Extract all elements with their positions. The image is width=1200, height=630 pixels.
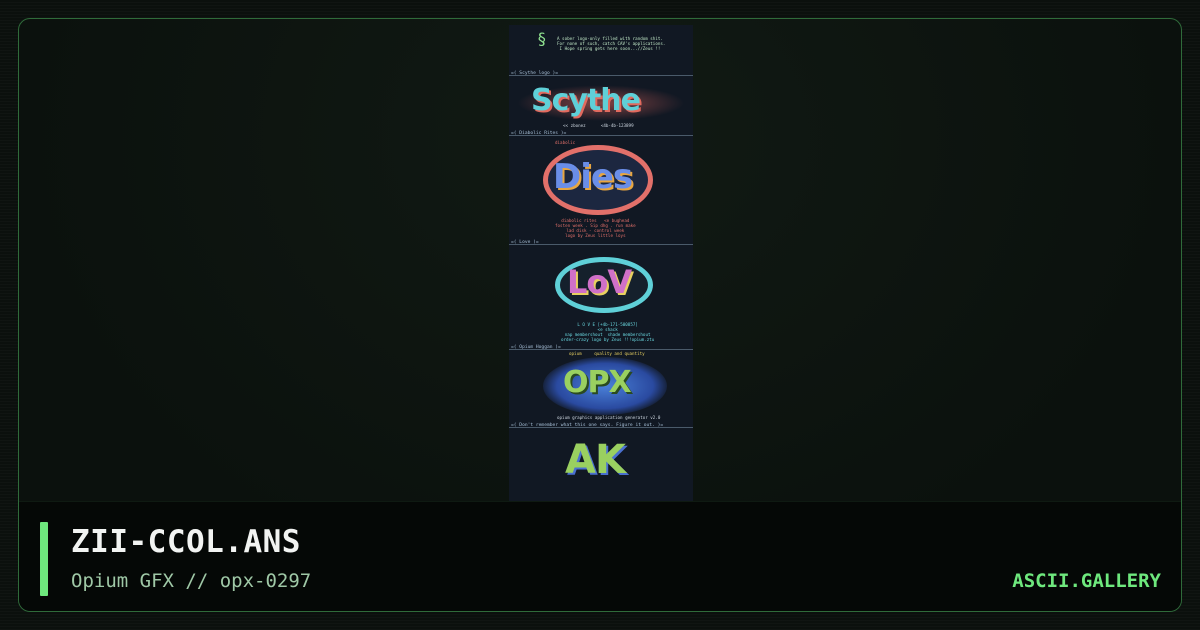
card-frame: § A sober logo-only filled with random s… (18, 18, 1182, 612)
artwork-credit: Opium GFX // opx-0297 (71, 570, 312, 592)
section-tag: diabolic (555, 140, 576, 145)
section-caption: opium graphics application generator v2.… (557, 415, 661, 420)
ak-logo: AK (565, 437, 626, 483)
ansi-art-preview[interactable]: § A sober logo-only filled with random s… (509, 25, 693, 503)
artwork-filename: ZII-CCOL.ANS (71, 524, 301, 560)
love-logo: LoV (567, 263, 632, 301)
section-label: =( Diabolic Rites )= (511, 131, 567, 136)
site-brand-link[interactable]: ASCII.GALLERY (1012, 570, 1161, 592)
opx-logo: OPX (563, 365, 632, 400)
accent-stripe (40, 522, 48, 596)
section-label: =( Scythe logo )= (511, 71, 559, 76)
info-bar: ZII-CCOL.ANS Opium GFX // opx-0297 ASCII… (19, 501, 1181, 611)
section-label: =( Opium Hoggan )= (511, 345, 561, 350)
section-label: =( Love )= (511, 240, 539, 245)
page: § A sober logo-only filled with random s… (0, 0, 1200, 630)
section-tag: opium quality and quantity (569, 351, 645, 356)
section-caption: diabolic rites <e bughead fosten week . … (555, 218, 636, 238)
section-caption: L O V E [+4b-171-500857] <e shack nap me… (561, 322, 655, 342)
scythe-logo: Scythe (531, 83, 641, 118)
diabolic-logo: Dies (553, 157, 633, 197)
section-caption: << zbonez <4b-4b-123899 (563, 123, 634, 128)
section-label: =( Don't remember what this one says. Fi… (511, 423, 664, 428)
header-text: A sober logo-only filled with random shi… (557, 36, 666, 51)
header-glyph: § (537, 29, 547, 48)
